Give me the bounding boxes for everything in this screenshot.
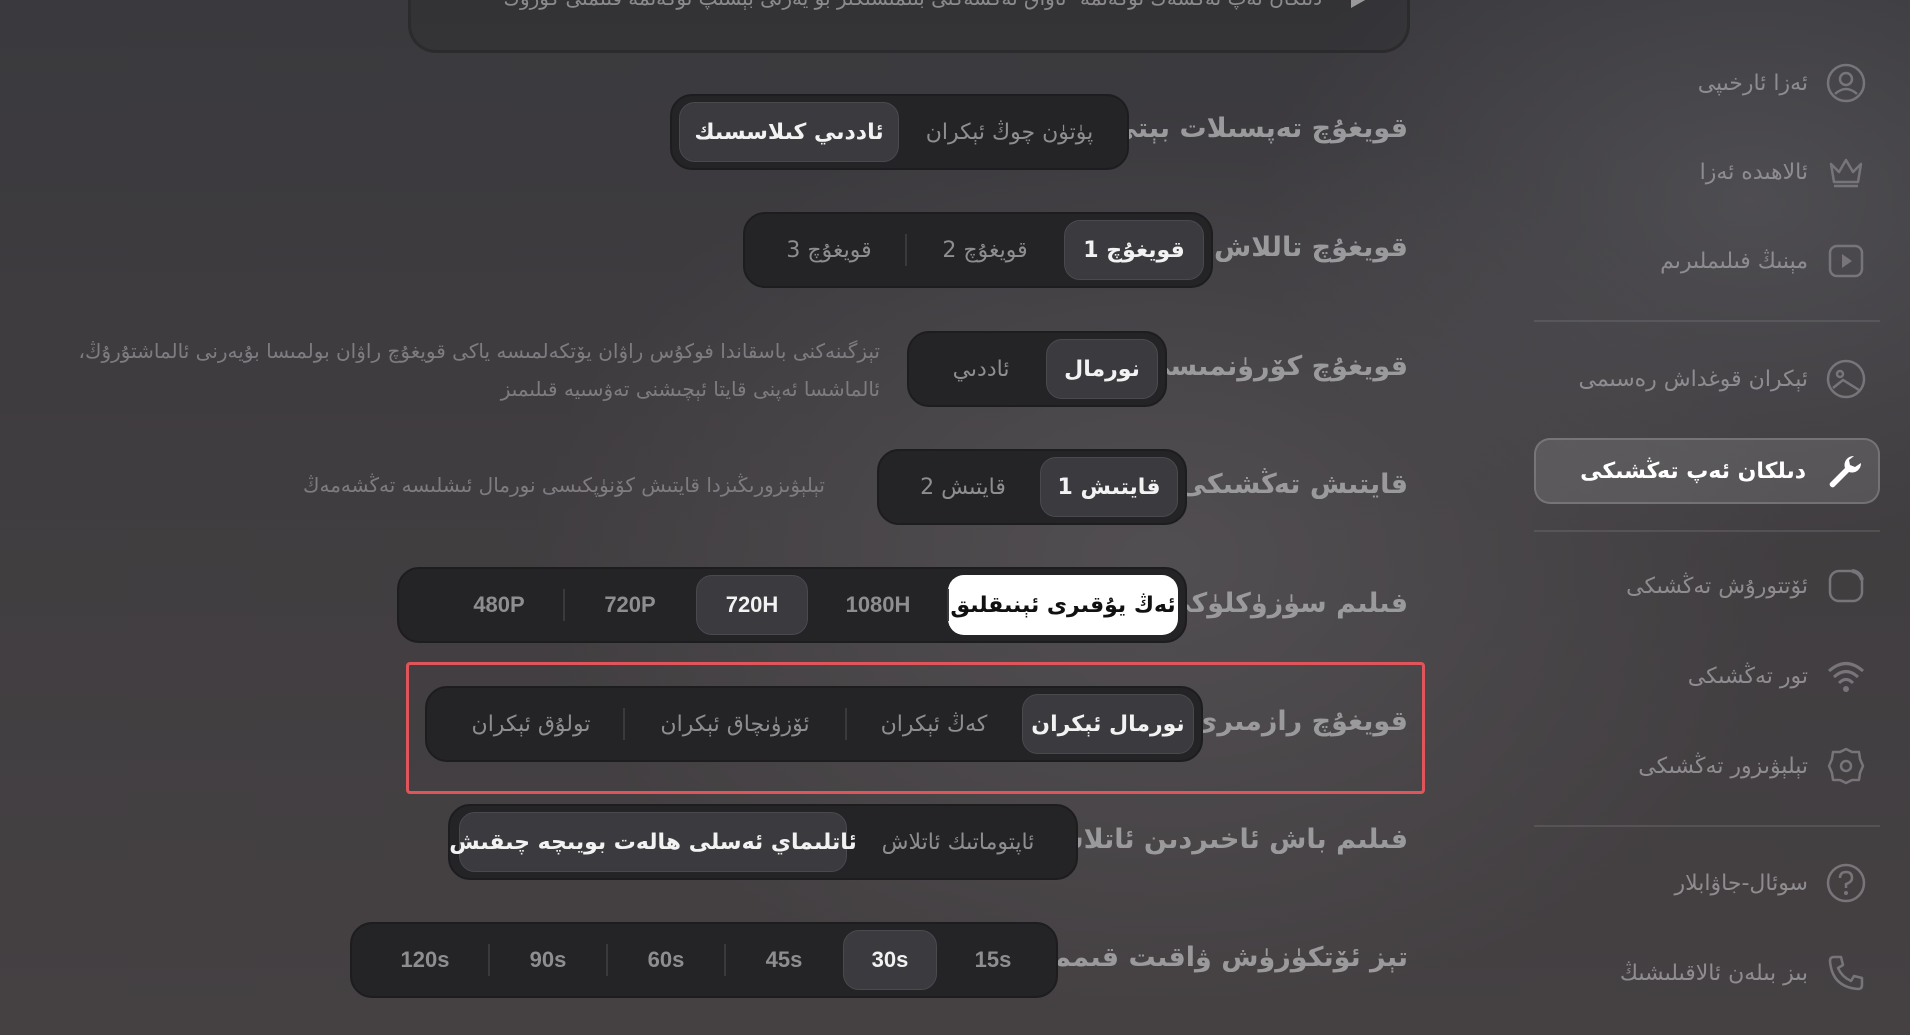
sidebar-item-tv-settings[interactable]: تېلېۋىزور تەڭشىكى <box>1534 734 1880 798</box>
option-720p[interactable]: 720P <box>564 575 696 635</box>
option-player-1[interactable]: قويغۇچ 1 <box>1064 220 1204 280</box>
sidebar-item-label: مېنىڭ فىلىملىرىم <box>1660 248 1808 274</box>
player-size-selector: نورمال ئېكران كەڭ ئېكران ئۆزۈنچاق ئېكران… <box>425 686 1203 762</box>
row-label-player-size: قويغۇچ رازمىرى <box>1192 706 1408 737</box>
sidebar-item-network[interactable]: تور تەڭشىكى <box>1534 644 1880 708</box>
option-15s[interactable]: 15s <box>937 930 1049 990</box>
sidebar-item-vip[interactable]: ئالاھىدە ئەزا <box>1534 140 1880 204</box>
sidebar-item-label: دىلكان ئەپ تەڭشىكى <box>1580 458 1806 484</box>
sidebar-item-label: تور تەڭشىكى <box>1687 663 1808 689</box>
info-banner[interactable]: دىلكان ئەپ تەڭشەك توكەنمە- ئاۋاق تەڭشەكن… <box>408 0 1410 53</box>
row-label-player-look: قويغۇچ كۆرۈنمىسى <box>1143 351 1408 382</box>
sidebar-item-app-settings[interactable]: دىلكان ئەپ تەڭشىكى <box>1534 438 1880 504</box>
play-square-icon <box>1826 241 1866 281</box>
gear-icon <box>1826 746 1866 786</box>
rotate-icon <box>1826 566 1866 606</box>
option-fullscreen[interactable]: پۈتۈن چوڭ ئېكران <box>899 102 1120 162</box>
player-selector: قويغۇچ 1 قويغۇچ 2 قويغۇچ 3 <box>743 212 1213 288</box>
option-back-1[interactable]: قايتىش 1 <box>1040 457 1178 517</box>
sidebar-divider <box>1534 530 1880 532</box>
sidebar-item-label: ئالاھىدە ئەزا <box>1699 159 1808 185</box>
option-1080h[interactable]: 1080H <box>808 575 949 635</box>
option-720h[interactable]: 720H <box>696 575 808 635</box>
user-icon <box>1826 63 1866 103</box>
option-auto-skip[interactable]: ئاپتوماتىك ئاتلاش <box>847 812 1069 872</box>
sidebar-item-label: ئەزا ئارخىپى <box>1697 70 1808 96</box>
option-480p[interactable]: 480P <box>434 575 565 635</box>
back-setting-selector: قايتىش 1 قايتىش 2 <box>877 449 1187 525</box>
option-simple[interactable]: ئاددىي <box>916 339 1046 399</box>
option-wide-screen[interactable]: كەڭ ئېكران <box>846 694 1022 754</box>
info-banner-text: دىلكان ئەپ تەڭشەك توكەنمە- ئاۋاق تەڭشەكن… <box>503 0 1322 10</box>
phone-icon <box>1826 953 1866 993</box>
note-line-1: تېزگىنەكنى باسقاندا فوكۇس راۋان يۆتكەلمى… <box>78 339 880 363</box>
option-no-skip[interactable]: ئاتلىماي ئەسلى ھالەت بويىچە چىقىش <box>449 812 857 872</box>
row-label-skip-intro: فىلىم باش ئاخىردىن ئاتلاش <box>1046 824 1408 855</box>
back-setting-note: تېلېۋىزورىڭىزدا قايتىش كۆنۈپكىسى نورمال … <box>303 473 825 497</box>
note-line-2: ئالماشسا ئەپنى قايتا ئېچىشنى تەۋسىيە قىل… <box>500 377 880 401</box>
sidebar-item-faq[interactable]: سوئال-جاۋابلار <box>1534 851 1880 915</box>
option-player-2[interactable]: قويغۇچ 2 <box>906 220 1064 280</box>
row-label-resolution: فىلىم سۈزۈكلۈكى <box>1164 588 1408 619</box>
sidebar-item-label: سوئال-جاۋابلار <box>1674 870 1808 896</box>
sidebar-item-label: ئېكران قوغداش رەسىمى <box>1578 366 1809 392</box>
wrench-icon <box>1824 451 1864 491</box>
option-classic[interactable]: ئاددىي كىلاسسىك <box>679 102 899 162</box>
resolution-selector: ئەڭ يۇقىرى ئېنىقلىق 1080H 720H 720P 480P <box>397 567 1187 643</box>
player-look-selector: نورمال ئاددىي <box>907 331 1167 407</box>
sidebar-divider <box>1534 825 1880 827</box>
sidebar-item-contact[interactable]: بىز بىلەن ئالاقىلىشىڭ <box>1534 941 1880 1005</box>
option-normal[interactable]: نورمال <box>1046 339 1158 399</box>
sidebar-item-my-films[interactable]: مېنىڭ فىلىملىرىم <box>1534 229 1880 293</box>
sidebar-item-label: ئۆتتورۇش تەڭشىكى <box>1626 573 1808 599</box>
option-30s[interactable]: 30s <box>843 930 937 990</box>
row-label-player-select: قويغۇچ تاللاش <box>1214 232 1408 263</box>
sidebar-item-profile[interactable]: ئەزا ئارخىپى <box>1534 51 1880 115</box>
option-60s[interactable]: 60s <box>607 930 726 990</box>
play-icon <box>1351 0 1367 8</box>
option-tall-screen[interactable]: ئۆزۈنچاق ئېكران <box>624 694 847 754</box>
crown-icon <box>1826 152 1866 192</box>
row-label-back-setting: قايتىش تەڭشىكى <box>1179 469 1408 500</box>
option-120s[interactable]: 120s <box>361 930 490 990</box>
option-highest-quality[interactable]: ئەڭ يۇقىرى ئېنىقلىق <box>948 575 1178 635</box>
option-normal-screen[interactable]: نورمال ئېكران <box>1022 694 1194 754</box>
option-45s[interactable]: 45s <box>725 930 843 990</box>
image-icon <box>1826 359 1866 399</box>
option-full-screen[interactable]: تولۇق ئېكران <box>438 694 625 754</box>
option-90s[interactable]: 90s <box>489 930 608 990</box>
row-label-fast-forward: تېز ئۆتكۈزۈش ۋاقىت قىممىتى <box>1004 942 1408 973</box>
option-back-2[interactable]: قايتىش 2 <box>886 457 1040 517</box>
skip-intro-selector: ئاپتوماتىك ئاتلاش ئاتلىماي ئەسلى ھالەت ب… <box>448 804 1078 880</box>
sidebar-item-screensaver[interactable]: ئېكران قوغداش رەسىمى <box>1534 347 1880 411</box>
sidebar-item-transfer-settings[interactable]: ئۆتتورۇش تەڭشىكى <box>1534 554 1880 618</box>
fast-forward-selector: 15s 30s 45s 60s 90s 120s <box>350 922 1058 998</box>
player-look-note: تېزگىنەكنى باسقاندا فوكۇس راۋان يۆتكەلمى… <box>79 332 880 408</box>
sidebar-item-label: تېلېۋىزور تەڭشىكى <box>1638 753 1808 779</box>
detail-page-selector: پۈتۈن چوڭ ئېكران ئاددىي كىلاسسىك <box>670 94 1129 170</box>
question-icon <box>1826 863 1866 903</box>
sidebar-item-label: بىز بىلەن ئالاقىلىشىڭ <box>1619 960 1808 986</box>
sidebar-divider <box>1534 320 1880 322</box>
wifi-icon <box>1826 656 1866 696</box>
row-label-detail-page: قويغۇچ تەپسىلات بېتى <box>1110 113 1408 144</box>
option-player-3[interactable]: قويغۇچ 3 <box>752 220 908 280</box>
